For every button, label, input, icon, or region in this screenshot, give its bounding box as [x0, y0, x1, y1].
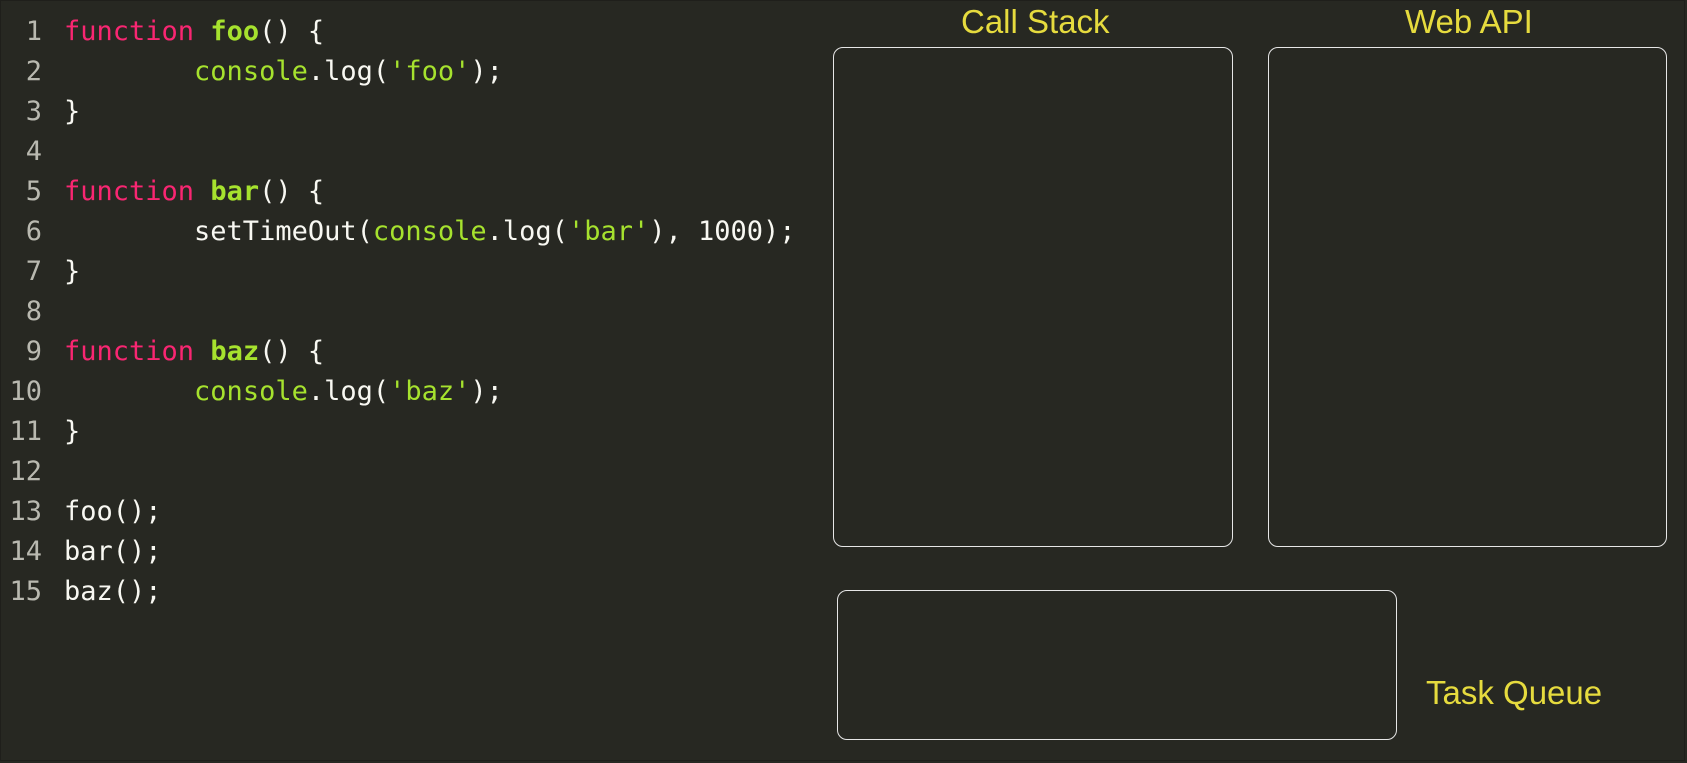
line-number: 12: [9, 456, 42, 487]
code-string: 'baz': [389, 376, 471, 407]
line-number: 9: [25, 336, 42, 367]
code-token: }: [64, 256, 81, 287]
code-text: console.log('foo');: [64, 52, 503, 92]
line-number: 4: [25, 136, 42, 167]
code-function-name: foo: [210, 16, 260, 47]
line-number: 7: [25, 256, 42, 287]
code-function-name: baz: [210, 336, 260, 367]
call-stack-panel: [833, 47, 1233, 547]
code-token: .log(: [307, 376, 390, 407]
code-keyword: function: [64, 16, 195, 47]
line-number: 1: [25, 16, 42, 47]
code-token: );: [470, 376, 503, 407]
line-number: 8: [25, 296, 42, 327]
code-token: bar();: [64, 536, 162, 567]
code-token: setTimeOut(: [64, 216, 373, 247]
code-text: setTimeOut(console.log('bar'), 1000);: [64, 212, 796, 252]
web-api-panel: [1268, 47, 1667, 547]
code-identifier: console: [194, 56, 308, 87]
code-token: }: [64, 416, 81, 447]
web-api-label: Web API: [1405, 3, 1533, 40]
line-number: 2: [25, 56, 42, 87]
code-text: }: [64, 412, 80, 452]
code-token: .log(: [486, 216, 568, 247]
code-text: }: [64, 252, 80, 292]
line-number: 14: [9, 536, 42, 567]
code-keyword: function: [64, 176, 195, 207]
line-number: 13: [9, 496, 42, 527]
line-number: 6: [25, 216, 42, 247]
code-text: bar();: [64, 532, 162, 572]
code-token: () {: [259, 176, 325, 207]
code-text: baz();: [64, 572, 162, 612]
line-number: 11: [9, 416, 42, 447]
code-text: }: [64, 92, 80, 132]
line-number: 15: [9, 576, 42, 607]
code-token: foo();: [64, 496, 162, 527]
code-string: 'bar': [567, 216, 650, 247]
code-token: () {: [259, 336, 325, 367]
line-number: 5: [25, 176, 42, 207]
task-queue-panel: [837, 590, 1397, 740]
code-text: function bar() {: [64, 172, 324, 212]
code-token: baz();: [64, 576, 162, 607]
code-token: .log(: [307, 56, 390, 87]
code-token: }: [64, 96, 81, 127]
task-queue-label: Task Queue: [1426, 674, 1603, 711]
code-string: 'foo': [389, 56, 471, 87]
call-stack-label: Call Stack: [961, 3, 1110, 40]
code-function-name: bar: [210, 176, 260, 207]
code-text: function foo() {: [64, 12, 324, 52]
line-number: 3: [25, 96, 42, 127]
code-identifier: console: [194, 376, 308, 407]
code-text: foo();: [64, 492, 162, 532]
code-keyword: function: [64, 336, 195, 367]
code-token: );: [470, 56, 503, 87]
code-token: ), 1000);: [649, 216, 796, 247]
code-token: () {: [259, 16, 325, 47]
code-text: function baz() {: [64, 332, 324, 372]
line-number: 10: [9, 376, 42, 407]
code-text: console.log('baz');: [64, 372, 503, 412]
code-identifier: console: [372, 216, 487, 247]
